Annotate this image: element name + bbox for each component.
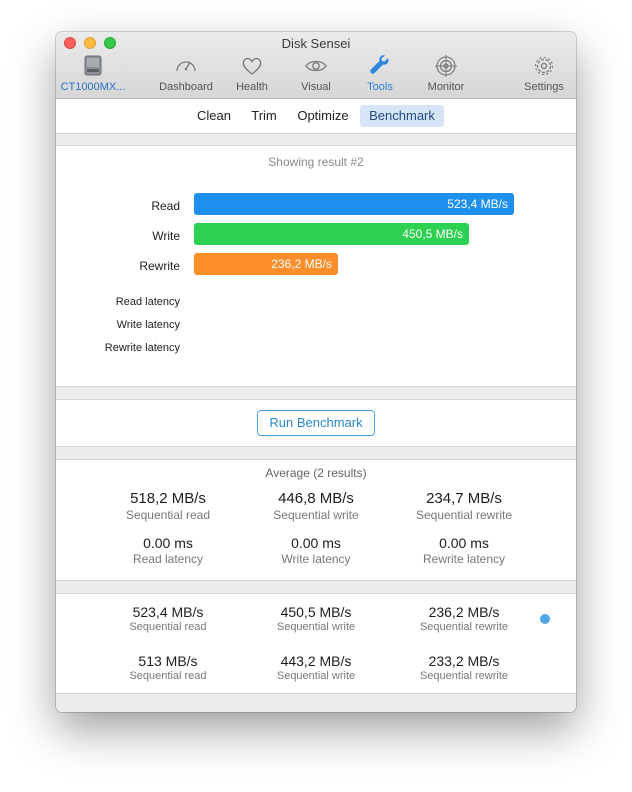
stat-caption: Sequential rewrite: [419, 621, 509, 633]
result-row-selected[interactable]: 523,4 MB/s Sequential read 450,5 MB/s Se…: [56, 593, 576, 645]
avg-read-latency: 0.00 ms Read latency: [93, 535, 243, 566]
avg-rewrite-latency: 0.00 ms Rewrite latency: [389, 535, 539, 566]
row-sequential-rewrite: 236,2 MB/s Sequential rewrite: [389, 604, 539, 633]
result-row[interactable]: 513 MB/s Sequential read 443,2 MB/s Sequ…: [56, 643, 576, 694]
target-icon: [435, 55, 457, 77]
rewrite-bar-label: Rewrite: [139, 259, 180, 273]
stat-value: 523,4 MB/s: [132, 604, 204, 620]
stat-caption: Sequential rewrite: [419, 670, 509, 682]
window-title: Disk Sensei: [281, 36, 351, 51]
stat-value: 233,2 MB/s: [428, 653, 500, 669]
stat-caption: Sequential read: [129, 670, 207, 682]
tools-segmented-control: Clean Trim Optimize Benchmark: [56, 99, 576, 134]
toolbar-label: Monitor: [427, 81, 465, 93]
benchmark-result-panel: Showing result #2 Read 523,4 MB/s Write …: [56, 145, 576, 387]
write-speed-value: 450,5 MB/s: [402, 227, 463, 241]
row-sequential-write: 450,5 MB/s Sequential write: [241, 604, 391, 633]
stat-caption: Sequential write: [276, 621, 356, 633]
stat-value: 446,8 MB/s: [278, 490, 354, 507]
stat-value: 443,2 MB/s: [280, 653, 352, 669]
toolbar-dashboard[interactable]: Dashboard: [156, 54, 216, 96]
stat-caption: Sequential read: [125, 508, 211, 522]
selected-result-indicator: [540, 614, 550, 624]
rewrite-speed-value: 236,2 MB/s: [271, 257, 332, 271]
segment-trim[interactable]: Trim: [246, 105, 282, 127]
toolbar-health[interactable]: Health: [226, 54, 278, 96]
speedometer-icon: [176, 61, 196, 72]
run-benchmark-button[interactable]: Run Benchmark: [257, 410, 375, 436]
hard-drive-icon: [84, 55, 102, 76]
stat-value: 0.00 ms: [291, 535, 341, 551]
stat-caption: Sequential rewrite: [415, 508, 513, 522]
stat-value: 513 MB/s: [138, 653, 198, 669]
showing-result-label: Showing result #2: [268, 155, 364, 169]
stat-value: 0.00 ms: [439, 535, 489, 551]
eye-icon: [305, 60, 327, 72]
stat-caption: Sequential write: [276, 670, 356, 682]
app-window: Disk Sensei CT1000MX... Dashboard Health: [56, 32, 576, 712]
stat-value: 236,2 MB/s: [428, 604, 500, 620]
avg-sequential-read: 518,2 MB/s Sequential read: [93, 490, 243, 522]
stat-value: 0.00 ms: [143, 535, 193, 551]
toolbar-label: Settings: [524, 81, 564, 93]
toolbar-label: Tools: [367, 81, 393, 93]
write-latency-label: Write latency: [116, 319, 180, 331]
read-latency-label: Read latency: [115, 296, 180, 308]
segment-clean[interactable]: Clean: [192, 105, 236, 127]
stat-value: 234,7 MB/s: [426, 490, 502, 507]
read-bar-label: Read: [151, 199, 180, 213]
rewrite-latency-label: Rewrite latency: [104, 342, 180, 354]
disk-selector[interactable]: CT1000MX...: [58, 54, 128, 96]
stat-caption: Rewrite latency: [422, 552, 506, 566]
write-speed-bar: 450,5 MB/s: [194, 223, 469, 245]
read-speed-value: 523,4 MB/s: [447, 197, 508, 211]
run-benchmark-panel: Run Benchmark: [56, 399, 576, 447]
avg-sequential-rewrite: 234,7 MB/s Sequential rewrite: [389, 490, 539, 522]
toolbar-label: Health: [236, 81, 268, 93]
write-bar-label: Write: [152, 229, 180, 243]
stat-caption: Write latency: [281, 552, 351, 566]
toolbar-label: Dashboard: [159, 81, 213, 93]
avg-sequential-write: 446,8 MB/s Sequential write: [241, 490, 391, 522]
toolbar-tools[interactable]: Tools: [354, 54, 406, 96]
row-sequential-rewrite: 233,2 MB/s Sequential rewrite: [389, 653, 539, 682]
stat-value: 450,5 MB/s: [280, 604, 352, 620]
stat-value: 518,2 MB/s: [130, 490, 206, 507]
row-sequential-read: 523,4 MB/s Sequential read: [93, 604, 243, 633]
stat-caption: Sequential read: [129, 621, 207, 633]
row-sequential-write: 443,2 MB/s Sequential write: [241, 653, 391, 682]
segment-benchmark[interactable]: Benchmark: [360, 105, 444, 127]
toolbar-monitor[interactable]: Monitor: [416, 54, 476, 96]
wrench-icon: [370, 55, 389, 74]
average-results-panel: Average (2 results) 518,2 MB/s Sequentia…: [56, 459, 576, 581]
toolbar-label: Visual: [301, 81, 331, 93]
avg-write-latency: 0.00 ms Write latency: [241, 535, 391, 566]
read-speed-bar: 523,4 MB/s: [194, 193, 514, 215]
stat-caption: Read latency: [132, 552, 204, 566]
stat-caption: Sequential write: [273, 508, 359, 522]
heart-icon: [242, 57, 262, 75]
segment-optimize[interactable]: Optimize: [292, 105, 354, 127]
toolbar-visual[interactable]: Visual: [290, 54, 342, 96]
disk-name: CT1000MX...: [60, 81, 126, 93]
row-sequential-read: 513 MB/s Sequential read: [93, 653, 243, 682]
average-title: Average (2 results): [265, 466, 367, 480]
toolbar-settings[interactable]: Settings: [516, 54, 572, 96]
title-bar: Disk Sensei CT1000MX... Dashboard Health: [56, 32, 576, 99]
rewrite-speed-bar: 236,2 MB/s: [194, 253, 338, 275]
gear-icon: [534, 56, 554, 76]
